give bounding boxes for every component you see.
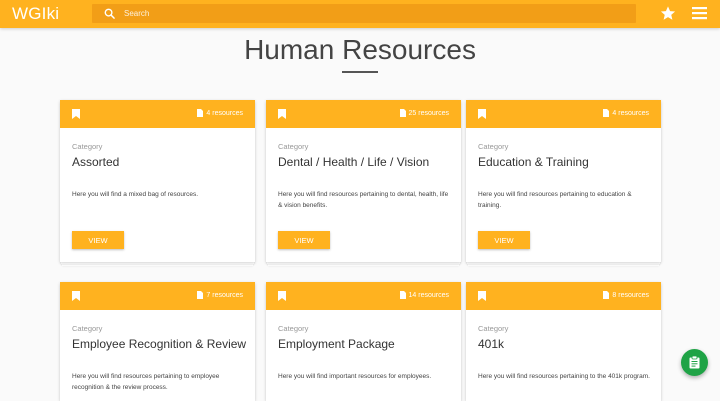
resource-count: 8 resources bbox=[603, 291, 649, 299]
category-name: Dental / Health / Life / Vision bbox=[278, 155, 430, 169]
bookmark-icon bbox=[72, 291, 80, 301]
card-header: 14 resources bbox=[266, 282, 461, 310]
resource-count: 25 resources bbox=[399, 109, 449, 117]
search-input[interactable] bbox=[124, 4, 624, 23]
card-header: 25 resources bbox=[266, 100, 461, 128]
resource-count-label: 25 resources bbox=[408, 109, 449, 117]
category-card: 7 resources Category Employee Recognitio… bbox=[60, 282, 255, 401]
category-description: Here you will find resources pertaining … bbox=[478, 191, 632, 209]
category-name: Employee Recognition & Review bbox=[72, 337, 247, 351]
app-logo[interactable]: WGIki bbox=[12, 4, 59, 24]
resource-count: 4 resources bbox=[197, 109, 243, 117]
resource-count-label: 8 resources bbox=[612, 291, 649, 299]
resource-count-label: 4 resources bbox=[206, 109, 243, 117]
category-name: Education & Training bbox=[478, 155, 589, 169]
category-label: Category bbox=[478, 142, 509, 151]
resource-count: 14 resources bbox=[399, 291, 449, 299]
category-description: Here you will find resources pertaining … bbox=[478, 373, 650, 380]
card-header: 8 resources bbox=[466, 282, 661, 310]
resource-count-label: 14 resources bbox=[408, 291, 449, 299]
resource-count: 7 resources bbox=[197, 291, 243, 299]
bookmark-icon bbox=[72, 109, 80, 119]
category-label: Category bbox=[478, 324, 509, 333]
resource-count-label: 7 resources bbox=[206, 291, 243, 299]
bookmark-icon bbox=[278, 109, 286, 119]
category-card: 8 resources Category 401k Here you will … bbox=[466, 282, 661, 401]
view-button[interactable]: VIEW bbox=[478, 231, 530, 249]
category-description: Here you will find resources pertaining … bbox=[72, 373, 220, 391]
title-divider bbox=[342, 71, 378, 73]
document-icon bbox=[603, 109, 610, 117]
category-label: Category bbox=[72, 324, 103, 333]
clipboard-fab-button[interactable] bbox=[681, 349, 708, 376]
category-label: Category bbox=[278, 324, 309, 333]
card-header: 7 resources bbox=[60, 282, 255, 310]
category-card: 25 resources Category Dental / Health / … bbox=[266, 100, 461, 262]
category-card: 4 resources Category Education & Trainin… bbox=[466, 100, 661, 262]
category-label: Category bbox=[278, 142, 309, 151]
category-card: 4 resources Category Assorted Here you w… bbox=[60, 100, 255, 262]
bookmark-icon bbox=[478, 291, 486, 301]
resource-count: 4 resources bbox=[603, 109, 649, 117]
top-app-bar: WGIki bbox=[0, 0, 720, 28]
category-name: Employment Package bbox=[278, 337, 395, 351]
view-button[interactable]: VIEW bbox=[278, 231, 330, 249]
view-button[interactable]: VIEW bbox=[72, 231, 124, 249]
category-name: 401k bbox=[478, 337, 505, 351]
document-icon bbox=[197, 109, 204, 117]
star-icon[interactable] bbox=[659, 5, 677, 22]
document-icon bbox=[399, 291, 406, 299]
category-description: Here you will find resources pertaining … bbox=[278, 191, 449, 209]
category-card: 14 resources Category Employment Package… bbox=[266, 282, 461, 401]
card-header: 4 resources bbox=[466, 100, 661, 128]
clipboard-icon bbox=[689, 356, 700, 369]
category-description: Here you will find important resources f… bbox=[278, 373, 432, 380]
document-icon bbox=[603, 291, 610, 299]
card-header: 4 resources bbox=[60, 100, 255, 128]
bookmark-icon bbox=[478, 109, 486, 119]
resource-count-label: 4 resources bbox=[612, 109, 649, 117]
document-icon bbox=[197, 291, 204, 299]
search-bar[interactable] bbox=[92, 4, 636, 23]
search-icon bbox=[104, 8, 115, 19]
category-label: Category bbox=[72, 142, 103, 151]
menu-icon[interactable] bbox=[692, 6, 707, 20]
bookmark-icon bbox=[278, 291, 286, 301]
document-icon bbox=[399, 109, 406, 117]
category-name: Assorted bbox=[72, 155, 120, 169]
category-description: Here you will find a mixed bag of resour… bbox=[72, 191, 199, 198]
page-title: Human Resources bbox=[244, 34, 476, 65]
